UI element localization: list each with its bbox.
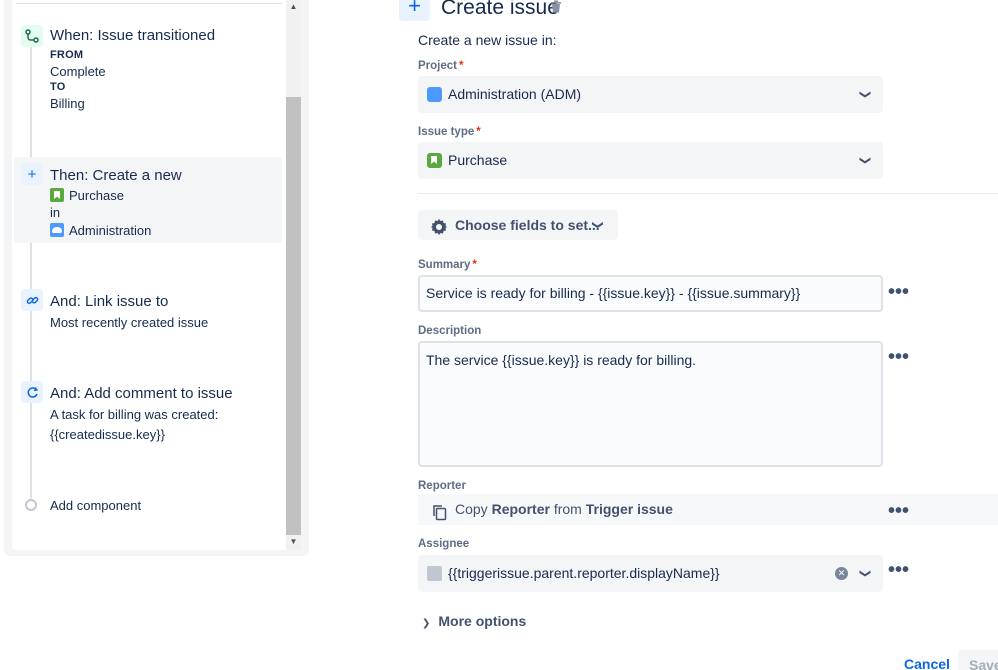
description-label: Description [418, 325, 482, 337]
avatar [427, 566, 442, 581]
chevron-down-icon: ❯︎ [858, 89, 871, 100]
chevron-down-icon: ❯︎ [858, 155, 871, 166]
scroll-down-arrow[interactable]: ▼ [286, 535, 301, 549]
project-icon [427, 87, 442, 102]
project-select-value: Administration (ADM) [448, 86, 582, 102]
add-comment-component[interactable]: And: Add comment to issue A task for bil… [14, 376, 282, 446]
comment-title: And: Add comment to issue [50, 385, 233, 402]
reporter-label: Reporter [418, 480, 466, 492]
assignee-more-dots-icon[interactable]: ••• [888, 560, 909, 580]
description-field[interactable]: The service {{issue.key}} is ready for b… [418, 341, 883, 467]
more-options-label: More options [438, 613, 527, 629]
create-project: Administration [50, 223, 151, 238]
issue-type-label-text: Issue type [418, 126, 475, 138]
issue-type-select[interactable]: Purchase ❯︎ [418, 142, 883, 179]
create-issue-component[interactable]: + Then: Create a new Purchase in Adminis… [14, 157, 282, 243]
trigger-to-label: TO [50, 81, 66, 93]
project-label: Project * [418, 60, 463, 72]
comment-refresh-icon [21, 381, 43, 403]
create-issue-type: Purchase [50, 188, 124, 203]
add-component-link[interactable]: Add component [50, 498, 141, 513]
create-intro-text: Create a new issue in: [418, 32, 557, 48]
required-mark: * [459, 60, 464, 72]
plus-icon: + [21, 163, 43, 185]
required-mark: * [472, 259, 477, 271]
issue-type-select-value: Purchase [448, 152, 508, 168]
link-detail: Most recently created issue [50, 315, 209, 330]
project-icon [50, 223, 64, 237]
assignee-label: Assignee [418, 538, 470, 550]
create-title: Then: Create a new [50, 167, 182, 184]
scroll-up-arrow[interactable]: ▲ [286, 0, 301, 14]
chevron-right-icon: ❯ [422, 618, 431, 629]
gear-icon [430, 216, 448, 246]
reporter-field[interactable]: Copy Reporter from Trigger issue [418, 494, 998, 525]
scrollbar-thumb[interactable] [286, 97, 301, 535]
project-label-text: Project [418, 60, 457, 72]
create-issue-type-label: Purchase [69, 188, 124, 203]
choose-fields-button[interactable]: Choose fields to set... ❯︎ [418, 210, 618, 240]
summary-field[interactable]: Service is ready for billing - {{issue.k… [418, 275, 883, 312]
page-title: Create issue [441, 0, 559, 19]
trigger-branch-icon [21, 25, 43, 47]
summary-label: Summary * [418, 259, 477, 271]
chevron-down-icon: ❯︎ [591, 220, 604, 230]
trigger-from-value: Complete [50, 64, 106, 79]
trigger-from-label: FROM [50, 49, 84, 61]
purchase-icon [50, 188, 64, 202]
reporter-more-dots-icon[interactable]: ••• [888, 501, 909, 521]
copy-icon [432, 501, 448, 521]
link-title: And: Link issue to [50, 293, 169, 310]
purchase-icon [427, 153, 442, 168]
plus-icon: + [399, 0, 430, 21]
assignee-select[interactable]: {{triggerissue.parent.reporter.displayNa… [418, 555, 883, 592]
list-top-divider [16, 3, 282, 4]
project-select[interactable]: Administration (ADM) ❯︎ [418, 76, 883, 113]
required-mark: * [476, 126, 481, 138]
issue-type-label: Issue type * [418, 126, 481, 138]
trigger-title: When: Issue transitioned [50, 27, 216, 44]
summary-label-text: Summary [418, 259, 471, 271]
description-more-dots-icon[interactable]: ••• [888, 347, 909, 367]
reporter-from-word: from [553, 501, 582, 517]
create-project-label: Administration [69, 223, 152, 238]
trigger-to-value: Billing [50, 96, 85, 111]
trash-icon[interactable] [550, 0, 562, 18]
summary-more-dots-icon[interactable]: ••• [888, 282, 909, 302]
comment-line2: {{createdissue.key}} [50, 427, 165, 442]
comment-line1: A task for billing was created: [50, 407, 219, 422]
assignee-value: {{triggerissue.parent.reporter.displayNa… [448, 565, 720, 581]
save-button[interactable]: Save [958, 650, 998, 670]
reporter-copy-word: Copy [455, 501, 488, 517]
chevron-down-icon[interactable]: ❯︎ [846, 569, 883, 578]
reporter-field-name: Reporter [491, 501, 550, 517]
create-in-label: in [50, 205, 61, 220]
reporter-source: Trigger issue [585, 501, 673, 517]
link-issue-component[interactable]: And: Link issue to Most recently created… [14, 284, 282, 334]
cancel-button[interactable]: Cancel [904, 656, 950, 670]
choose-fields-label: Choose fields to set... [455, 217, 600, 233]
link-icon [21, 289, 43, 311]
section-divider [418, 193, 998, 194]
add-component-dot [25, 499, 37, 511]
trigger-component[interactable]: When: Issue transitioned FROM Complete T… [14, 18, 282, 118]
more-options-toggle[interactable]: ❯ More options [422, 613, 526, 629]
